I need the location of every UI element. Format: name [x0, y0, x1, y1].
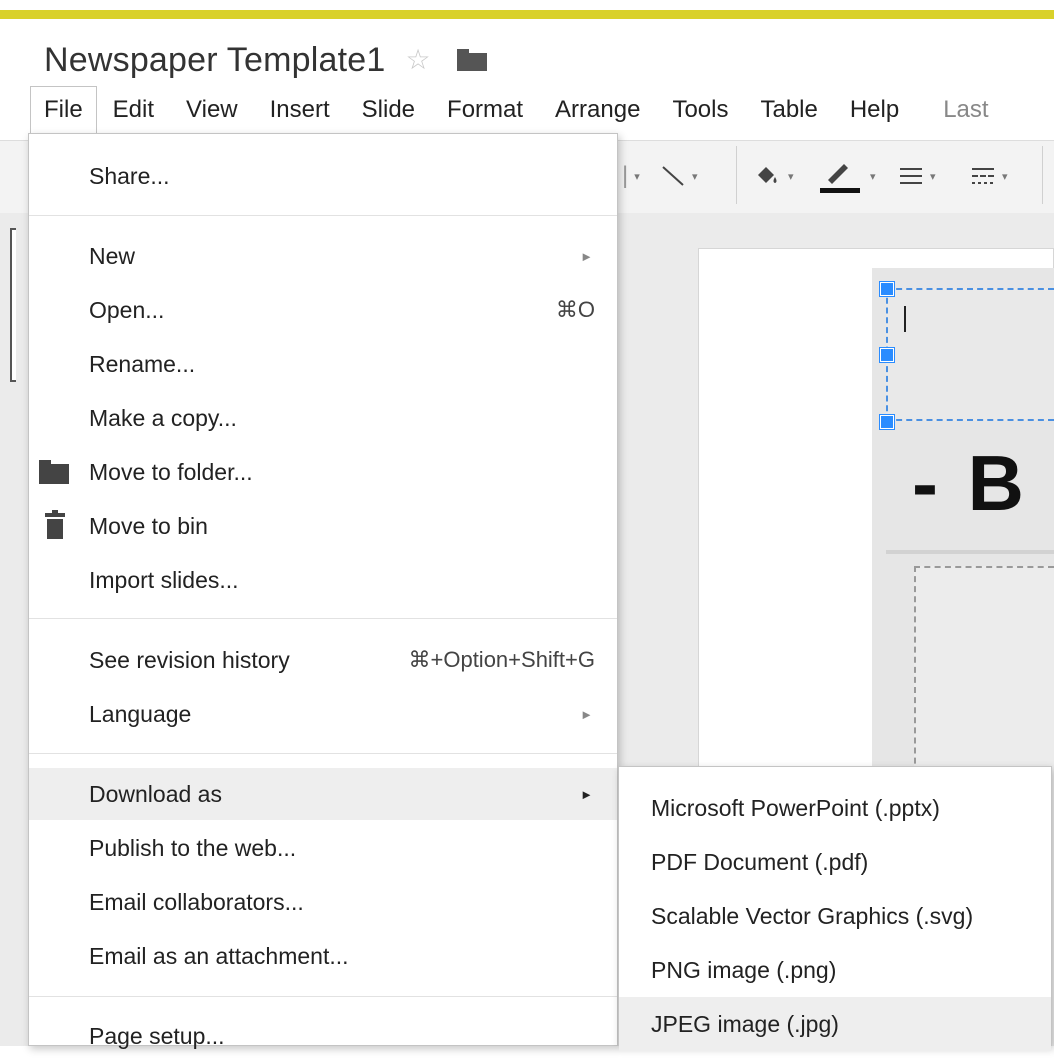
shape-icon[interactable]: | ▾ [622, 140, 640, 212]
menu-publish-label: Publish to the web... [89, 834, 297, 861]
download-svg[interactable]: Scalable Vector Graphics (.svg) [619, 889, 1051, 943]
menu-new[interactable]: New ► [29, 230, 617, 282]
download-pptx[interactable]: Microsoft PowerPoint (.pptx) [619, 781, 1051, 835]
star-icon[interactable]: ☆ [405, 46, 430, 74]
text-cursor [904, 306, 906, 332]
menu-email-collaborators[interactable]: Email collaborators... [29, 876, 617, 928]
menu-format[interactable]: Format [431, 86, 539, 134]
line-icon[interactable]: ▾ [660, 140, 698, 212]
top-accent-bar [0, 10, 1054, 19]
menu-arrange[interactable]: Arrange [539, 86, 656, 134]
menu-divider [29, 618, 617, 619]
menu-share[interactable]: Share... [29, 150, 617, 202]
menu-help[interactable]: Help [834, 86, 915, 134]
menu-divider [29, 215, 617, 216]
file-menu-dropdown: Share... New ► Open... ⌘O Rename... Make… [28, 133, 618, 1049]
menu-view[interactable]: View [170, 86, 254, 134]
slide-divider [886, 550, 1054, 554]
menu-revision-history-label: See revision history [89, 646, 290, 673]
resize-handle[interactable] [880, 348, 894, 362]
menu-file[interactable]: File [30, 86, 97, 134]
menu-publish[interactable]: Publish to the web... [29, 822, 617, 874]
border-color-icon[interactable]: ▾ [818, 140, 876, 212]
menu-divider [29, 996, 617, 997]
title-row: Newspaper Template1 ☆ [44, 38, 487, 82]
download-jpg-label: JPEG image (.jpg) [651, 1010, 839, 1037]
menu-bar: File Edit View Insert Slide Format Arran… [30, 86, 1005, 134]
download-jpg[interactable]: JPEG image (.jpg) [619, 997, 1051, 1051]
menu-slide[interactable]: Slide [346, 86, 431, 134]
download-png[interactable]: PNG image (.png) [619, 943, 1051, 997]
resize-handle[interactable] [880, 282, 894, 296]
menu-language[interactable]: Language ► [29, 688, 617, 740]
menu-make-copy[interactable]: Make a copy... [29, 392, 617, 444]
menu-move-to-folder[interactable]: Move to folder... [29, 446, 617, 498]
download-pdf-label: PDF Document (.pdf) [651, 848, 869, 875]
submenu-arrow-icon: ► [580, 706, 593, 722]
menu-move-to-folder-label: Move to folder... [89, 458, 253, 485]
last-edit-link[interactable]: Last [915, 86, 1004, 134]
menu-import-slides-label: Import slides... [89, 566, 239, 593]
menu-move-to-bin[interactable]: Move to bin [29, 500, 617, 552]
menu-open[interactable]: Open... ⌘O [29, 284, 617, 336]
menu-email-attachment-label: Email as an attachment... [89, 942, 349, 969]
menu-move-to-bin-label: Move to bin [89, 512, 208, 539]
menu-revision-shortcut: ⌘+Option+Shift+G [408, 647, 596, 672]
menu-download-as[interactable]: Download as ► [29, 768, 617, 820]
border-dash-icon[interactable]: ▾ [970, 140, 1008, 212]
toolbar-separator [1042, 146, 1043, 204]
menu-table[interactable]: Table [744, 86, 833, 134]
document-title[interactable]: Newspaper Template1 [44, 41, 385, 80]
menu-insert[interactable]: Insert [254, 86, 346, 134]
fill-color-icon[interactable]: ▾ [752, 140, 794, 212]
slide-heading-text[interactable]: - B [912, 438, 1028, 529]
selected-text-box[interactable] [886, 288, 1054, 421]
toolbar-separator [736, 146, 737, 204]
download-as-submenu: Microsoft PowerPoint (.pptx) PDF Documen… [618, 766, 1052, 1051]
trash-icon [45, 510, 65, 539]
menu-edit[interactable]: Edit [97, 86, 170, 134]
download-png-label: PNG image (.png) [651, 956, 837, 983]
filmstrip-thumbnail[interactable] [10, 228, 16, 382]
menu-download-as-label: Download as [89, 780, 222, 807]
menu-page-setup-label: Page setup... [89, 1022, 225, 1049]
menu-email-attachment[interactable]: Email as an attachment... [29, 930, 617, 982]
menu-open-shortcut: ⌘O [555, 297, 595, 322]
menu-language-label: Language [89, 700, 192, 727]
download-pdf[interactable]: PDF Document (.pdf) [619, 835, 1051, 889]
menu-email-collaborators-label: Email collaborators... [89, 888, 304, 915]
submenu-arrow-icon: ► [580, 248, 593, 264]
folder-icon [39, 460, 69, 484]
download-pptx-label: Microsoft PowerPoint (.pptx) [651, 794, 940, 821]
menu-new-label: New [89, 242, 136, 269]
menu-open-label: Open... [89, 296, 165, 323]
resize-handle[interactable] [880, 415, 894, 429]
menu-share-label: Share... [89, 162, 170, 189]
menu-divider [29, 753, 617, 754]
folder-icon[interactable] [456, 49, 487, 71]
menu-revision-history[interactable]: See revision history ⌘+Option+Shift+G [29, 634, 617, 686]
submenu-arrow-icon: ► [580, 786, 593, 802]
menu-import-slides[interactable]: Import slides... [29, 554, 617, 606]
menu-tools[interactable]: Tools [656, 86, 744, 134]
border-weight-icon[interactable]: ▾ [898, 140, 936, 212]
menu-rename-label: Rename... [89, 350, 196, 377]
menu-rename[interactable]: Rename... [29, 338, 617, 390]
menu-make-copy-label: Make a copy... [89, 404, 237, 431]
download-svg-label: Scalable Vector Graphics (.svg) [651, 902, 974, 929]
menu-page-setup[interactable]: Page setup... [29, 1010, 617, 1062]
